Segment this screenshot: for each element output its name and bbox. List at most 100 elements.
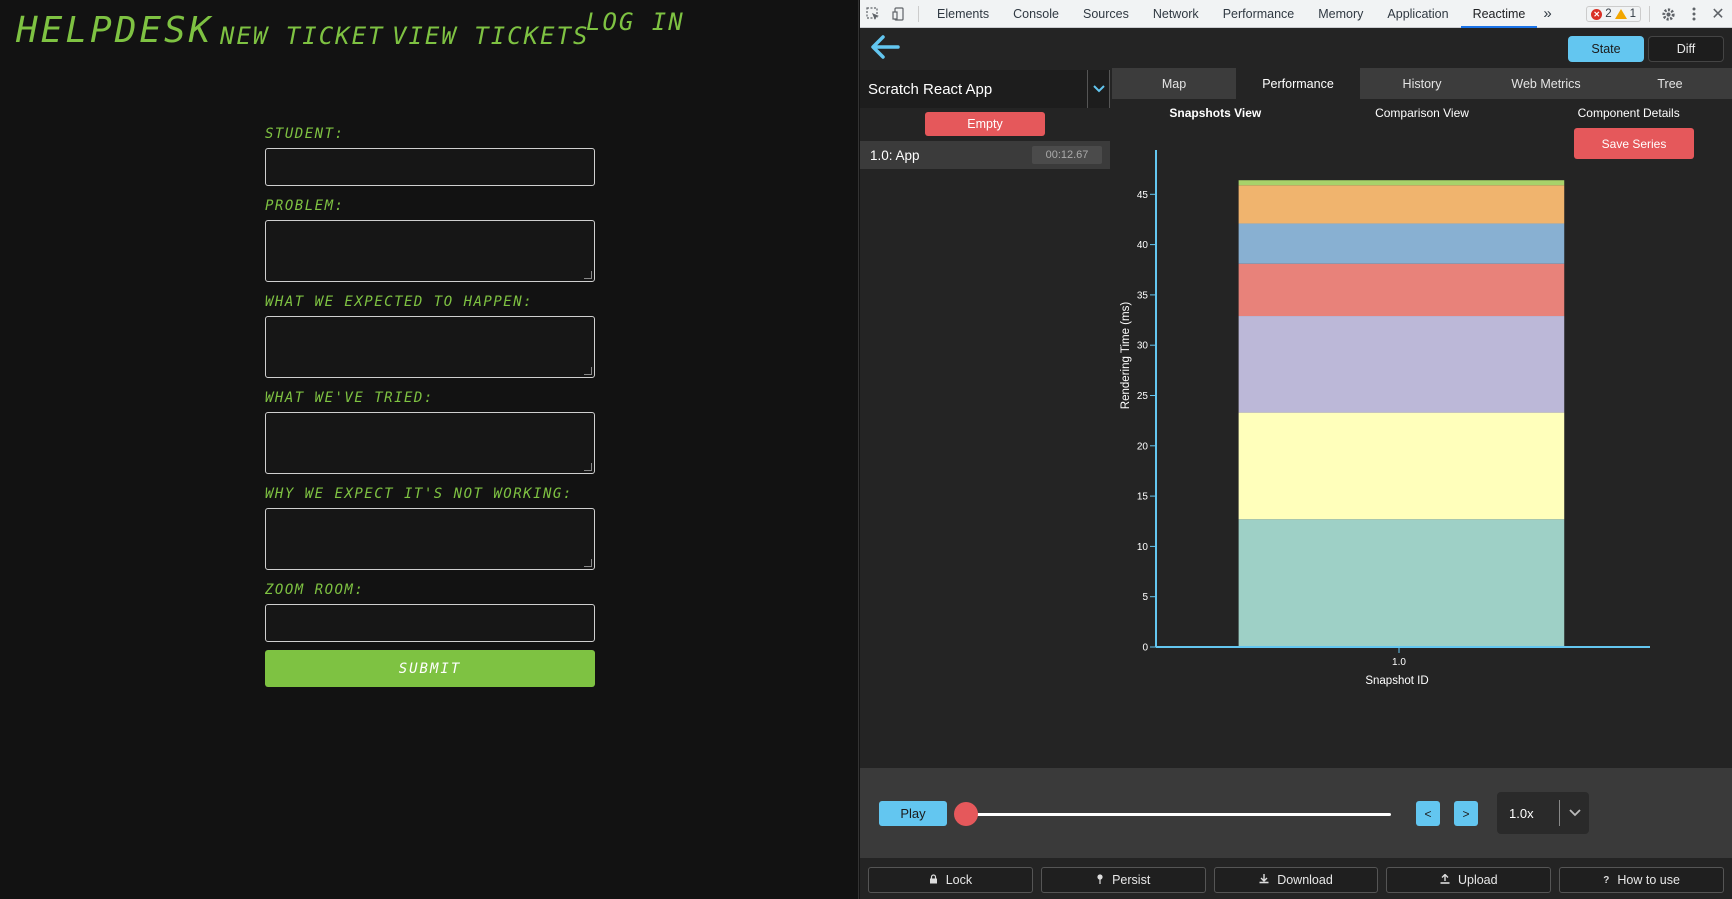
how-to-use-label: How to use	[1617, 873, 1680, 887]
snapshot-time: 00:12.67	[1032, 146, 1102, 164]
upload-icon	[1440, 873, 1450, 887]
brand-logo[interactable]: HELPDESK	[16, 10, 213, 51]
issues-counter[interactable]: ✕ 2 1	[1586, 6, 1641, 22]
bar-segment-1	[1238, 412, 1565, 520]
y-tick-label: 50	[1137, 150, 1149, 151]
x-tick-label: 1.0	[1392, 657, 1406, 668]
submit-button[interactable]: SUBMIT	[265, 650, 595, 687]
snapshot-row[interactable]: 1.0: App 00:12.67	[860, 141, 1110, 169]
devtools-tab-elements[interactable]: Elements	[925, 0, 1001, 28]
snapshot-slider-track[interactable]	[966, 813, 1391, 816]
y-tick-label: 40	[1137, 240, 1149, 251]
devtools-tab-performance[interactable]: Performance	[1211, 0, 1307, 28]
chevron-down-icon[interactable]	[1559, 800, 1589, 826]
error-icon: ✕	[1591, 8, 1603, 20]
warning-icon	[1614, 9, 1627, 19]
bar-segment-3	[1238, 263, 1565, 317]
gear-icon[interactable]	[1658, 0, 1678, 28]
device-toggle-icon[interactable]	[886, 0, 912, 28]
y-tick-label: 45	[1137, 190, 1149, 201]
ticket-form: STUDENT: PROBLEM: WHAT WE EXPECTED TO HA…	[265, 126, 595, 687]
devtools-tab-console[interactable]: Console	[1001, 0, 1071, 28]
speed-select[interactable]: 1.0x	[1497, 792, 1589, 834]
problem-textarea[interactable]	[265, 220, 595, 282]
chevron-down-icon[interactable]	[1087, 70, 1109, 108]
subtab-component-details[interactable]: Component Details	[1525, 100, 1732, 126]
devtools-toolbar: Elements Console Sources Network Perform…	[860, 0, 1732, 28]
tab-tree[interactable]: Tree	[1608, 68, 1732, 99]
why-textarea[interactable]	[265, 508, 595, 570]
reactime-tabs: Map Performance History Web Metrics Tree	[1112, 68, 1732, 99]
reactime-header: State Diff	[860, 28, 1732, 68]
devtools-tab-sources[interactable]: Sources	[1071, 0, 1141, 28]
tab-web-metrics[interactable]: Web Metrics	[1484, 68, 1608, 99]
student-input[interactable]	[265, 148, 595, 186]
devtools-tab-reactime[interactable]: Reactime	[1460, 0, 1538, 28]
how-to-use-button[interactable]: ? How to use	[1559, 867, 1724, 893]
persist-label: Persist	[1112, 873, 1151, 887]
app-select-value: Scratch React App	[868, 80, 993, 98]
y-tick-label: 0	[1142, 643, 1148, 654]
save-series-button[interactable]: Save Series	[1574, 128, 1694, 159]
download-icon	[1259, 873, 1269, 887]
zoom-room-label: ZOOM ROOM:	[265, 582, 365, 598]
tab-performance[interactable]: Performance	[1236, 68, 1360, 99]
y-tick-label: 25	[1137, 391, 1149, 402]
why-label: WHY WE EXPECT IT'S NOT WORKING:	[265, 486, 573, 502]
kebab-menu-icon[interactable]	[1686, 0, 1702, 28]
lock-label: Lock	[945, 873, 973, 887]
y-tick-label: 5	[1142, 592, 1148, 603]
bar-segment-6	[1238, 180, 1565, 186]
zoom-room-input[interactable]	[265, 604, 595, 642]
upload-button[interactable]: Upload	[1386, 867, 1552, 893]
student-label: STUDENT:	[265, 126, 345, 142]
diff-button[interactable]: Diff	[1648, 36, 1724, 62]
more-tabs-icon[interactable]: »	[1537, 0, 1557, 28]
previous-button[interactable]: <	[1416, 801, 1440, 826]
back-arrow-icon[interactable]	[868, 32, 902, 62]
expected-label: WHAT WE EXPECTED TO HAPPEN:	[265, 294, 534, 310]
inspect-element-icon[interactable]	[860, 0, 886, 28]
tried-textarea[interactable]	[265, 412, 595, 474]
y-tick-label: 10	[1137, 542, 1149, 553]
y-axis-label: Rendering Time (ms)	[1120, 302, 1132, 410]
bar-segment-0	[1238, 519, 1565, 647]
subtab-snapshots-view[interactable]: Snapshots View	[1112, 100, 1319, 126]
devtools-tab-network[interactable]: Network	[1141, 0, 1211, 28]
nav-log-in[interactable]: LOG IN	[586, 8, 685, 36]
download-button[interactable]: Download	[1213, 867, 1379, 893]
problem-label: PROBLEM:	[265, 198, 345, 214]
tab-history[interactable]: History	[1360, 68, 1484, 99]
nav-view-tickets[interactable]: VIEW TICKETS	[392, 22, 589, 50]
play-button[interactable]: Play	[879, 801, 947, 826]
empty-button[interactable]: Empty	[925, 112, 1045, 136]
bar-segment-5	[1238, 185, 1565, 224]
snapshot-label: 1.0: App	[870, 147, 920, 163]
devtools-panel: Elements Console Sources Network Perform…	[860, 0, 1732, 899]
download-label: Download	[1277, 873, 1333, 887]
devtools-tab-memory[interactable]: Memory	[1306, 0, 1375, 28]
app-select[interactable]: Scratch React App	[860, 70, 1110, 108]
nav-new-ticket[interactable]: NEW TICKET	[220, 22, 385, 50]
pin-icon	[1096, 873, 1104, 887]
tab-map[interactable]: Map	[1112, 68, 1236, 99]
state-button[interactable]: State	[1568, 36, 1644, 62]
bar-segment-2	[1238, 316, 1565, 413]
next-button[interactable]: >	[1454, 801, 1478, 826]
warning-count: 1	[1629, 8, 1636, 20]
question-icon: ?	[1603, 874, 1610, 886]
y-tick-label: 30	[1137, 341, 1149, 352]
y-tick-label: 15	[1137, 492, 1149, 503]
tried-label: WHAT WE'VE TRIED:	[265, 390, 434, 406]
y-tick-label: 20	[1137, 441, 1149, 452]
x-axis-label: Snapshot ID	[1365, 675, 1428, 687]
persist-button[interactable]: Persist	[1040, 867, 1206, 893]
expected-textarea[interactable]	[265, 316, 595, 378]
lock-icon	[929, 873, 938, 887]
devtools-tab-application[interactable]: Application	[1375, 0, 1460, 28]
close-icon[interactable]: ✕	[1710, 0, 1726, 28]
snapshot-slider-handle[interactable]	[954, 802, 978, 826]
y-tick-label: 35	[1137, 290, 1149, 301]
subtab-comparison-view[interactable]: Comparison View	[1319, 100, 1526, 126]
lock-button[interactable]: Lock	[868, 867, 1033, 893]
